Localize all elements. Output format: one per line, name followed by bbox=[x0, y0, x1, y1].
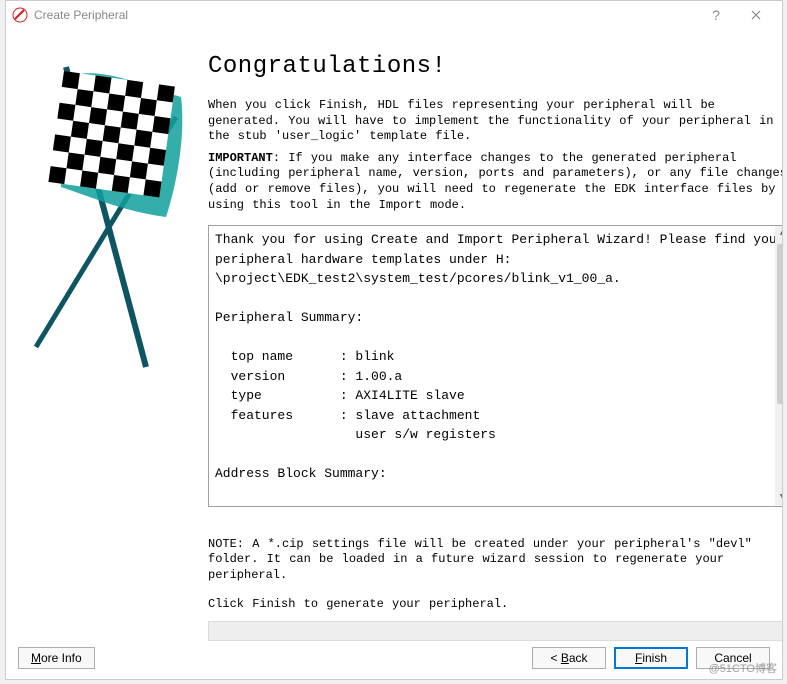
dialog-body: Congratulations! When you click Finish, … bbox=[6, 29, 782, 641]
close-button[interactable] bbox=[736, 3, 776, 27]
note-text: NOTE: A *.cip settings file will be crea… bbox=[208, 537, 782, 584]
cancel-button[interactable]: Cancel bbox=[696, 647, 770, 669]
button-row: More Info < Back Finish Cancel bbox=[6, 641, 782, 679]
scroll-thumb[interactable] bbox=[777, 244, 783, 404]
dialog-window: Create Peripheral ? bbox=[5, 0, 783, 680]
scrollbar[interactable]: ▲ ▼ bbox=[775, 226, 783, 505]
finish-button[interactable]: Finish bbox=[614, 647, 688, 669]
heading: Congratulations! bbox=[208, 53, 782, 80]
note-area: NOTE: A *.cip settings file will be crea… bbox=[208, 537, 782, 641]
scroll-down-icon[interactable]: ▼ bbox=[775, 490, 783, 506]
help-button[interactable]: ? bbox=[696, 3, 736, 27]
scroll-up-icon[interactable]: ▲ bbox=[775, 226, 783, 242]
titlebar: Create Peripheral ? bbox=[6, 1, 782, 29]
content-area: Congratulations! When you click Finish, … bbox=[208, 37, 782, 641]
more-info-button[interactable]: More Info bbox=[18, 647, 95, 669]
intro-paragraph: When you click Finish, HDL files represe… bbox=[208, 98, 782, 145]
more-info-label: ore Info bbox=[41, 651, 82, 665]
summary-textbox[interactable]: Thank you for using Create and Import Pe… bbox=[208, 225, 782, 506]
progress-bar bbox=[208, 621, 782, 641]
app-icon bbox=[12, 7, 28, 23]
wizard-graphic bbox=[18, 37, 208, 641]
summary-content: Thank you for using Create and Import Pe… bbox=[215, 232, 782, 506]
important-label: IMPORTANT bbox=[208, 151, 273, 165]
intro-text-b: template file. bbox=[361, 129, 471, 143]
back-button[interactable]: < Back bbox=[532, 647, 606, 669]
important-text: : If you make any interface changes to t… bbox=[208, 151, 782, 212]
window-title: Create Peripheral bbox=[34, 8, 696, 22]
important-paragraph: IMPORTANT: If you make any interface cha… bbox=[208, 151, 782, 213]
intro-code: 'user_logic' bbox=[275, 129, 361, 143]
click-finish-text: Click Finish to generate your peripheral… bbox=[208, 597, 782, 613]
